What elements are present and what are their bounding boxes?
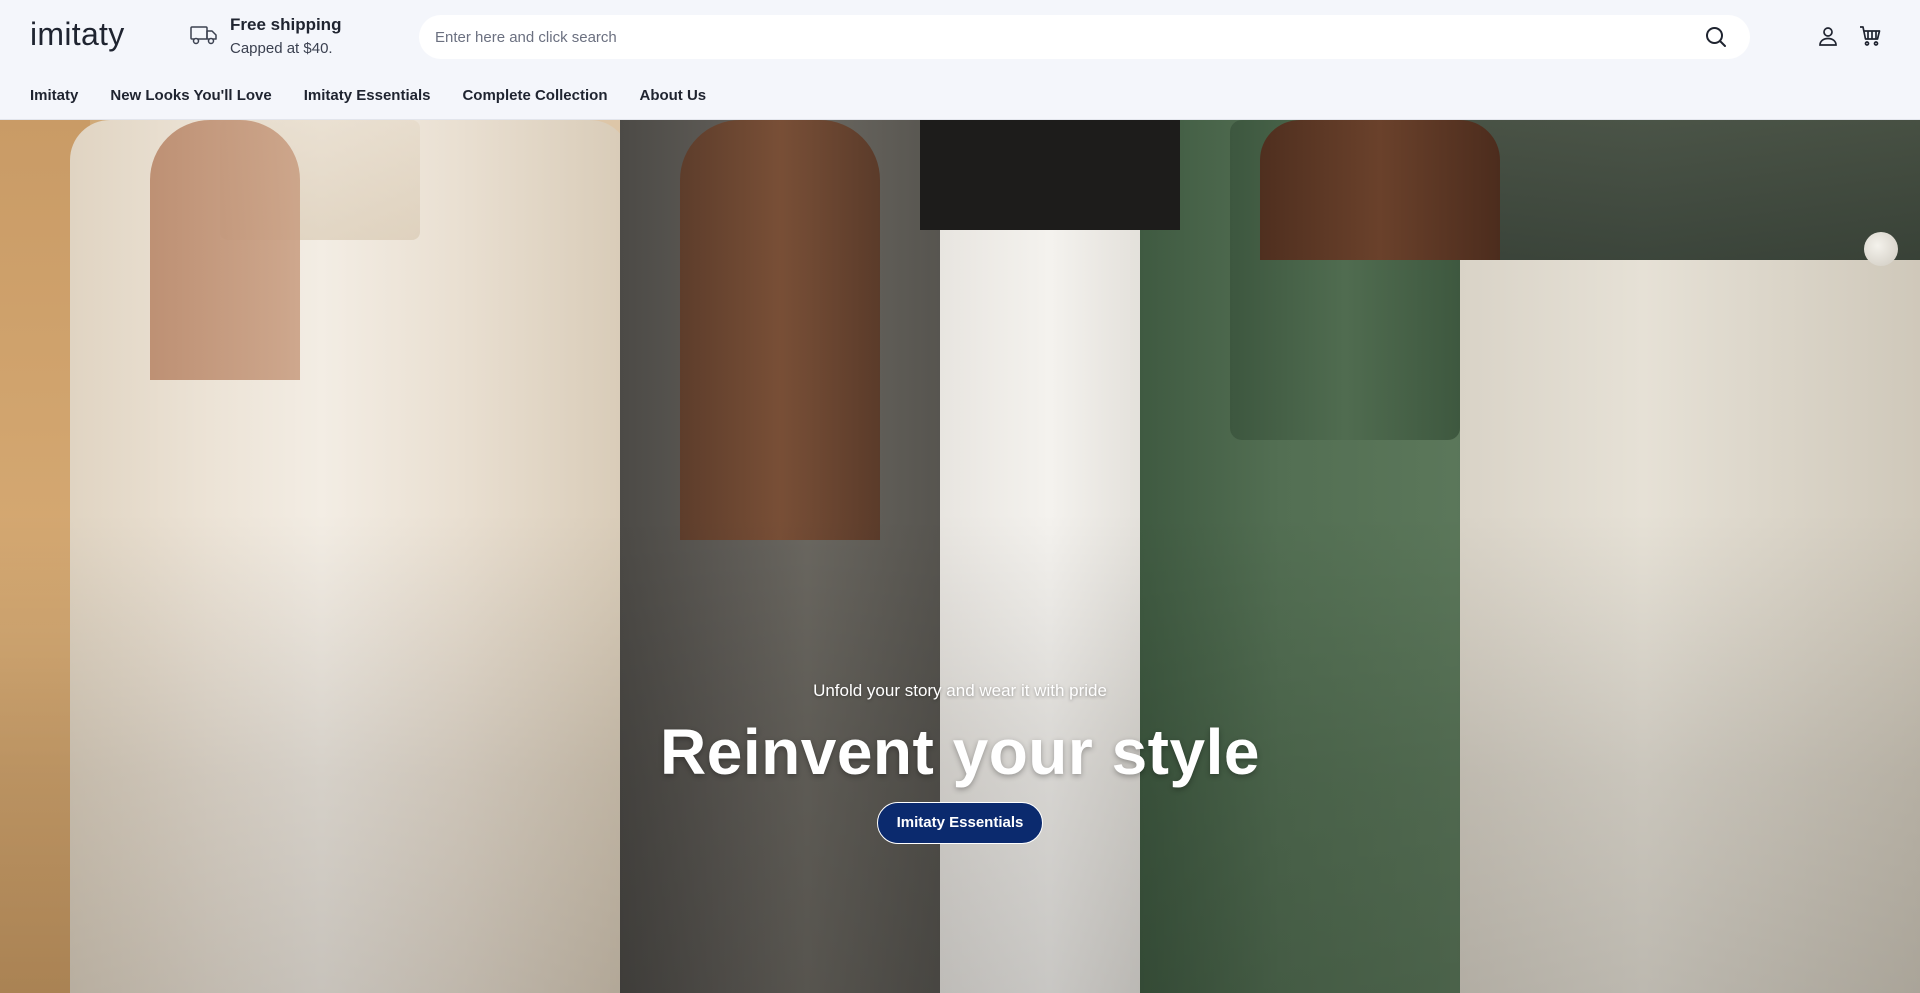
search-bar: [419, 15, 1750, 59]
shipping-banner: Free shipping Capped at $40.: [190, 14, 341, 60]
site-header: imitaty Free shipping Capped at $40. Ent…: [0, 0, 1920, 120]
shipping-text: Free shipping Capped at $40.: [230, 14, 341, 60]
hero-headline: Reinvent your style: [660, 716, 1260, 788]
account-icon[interactable]: [1816, 24, 1840, 48]
main-nav: Imitaty New Looks You'll Love Imitaty Es…: [30, 86, 706, 106]
hero-tagline: Unfold your story and wear it with pride: [813, 681, 1107, 700]
cart-icon[interactable]: [1858, 24, 1882, 48]
nav-item-complete-collection[interactable]: Complete Collection: [462, 86, 607, 106]
site-logo[interactable]: imitaty: [30, 16, 125, 53]
nav-item-essentials[interactable]: Imitaty Essentials: [304, 86, 431, 106]
truck-icon: [190, 24, 218, 46]
shipping-title: Free shipping: [230, 15, 342, 34]
search-input[interactable]: [419, 15, 1694, 59]
hero-content: Unfold your story and wear it with pride…: [0, 680, 1920, 844]
hero-overlay: [0, 120, 1920, 993]
search-icon[interactable]: [1694, 15, 1738, 59]
nav-item-imitaty[interactable]: Imitaty: [30, 86, 78, 106]
hero-cta-button[interactable]: Imitaty Essentials: [876, 802, 1044, 844]
header-actions: [1816, 24, 1882, 48]
hero-banner: Unfold your story and wear it with pride…: [0, 120, 1920, 993]
nav-item-new-looks[interactable]: New Looks You'll Love: [110, 86, 271, 106]
nav-item-about-us[interactable]: About Us: [639, 86, 706, 106]
shipping-subtitle: Capped at $40.: [230, 40, 333, 57]
